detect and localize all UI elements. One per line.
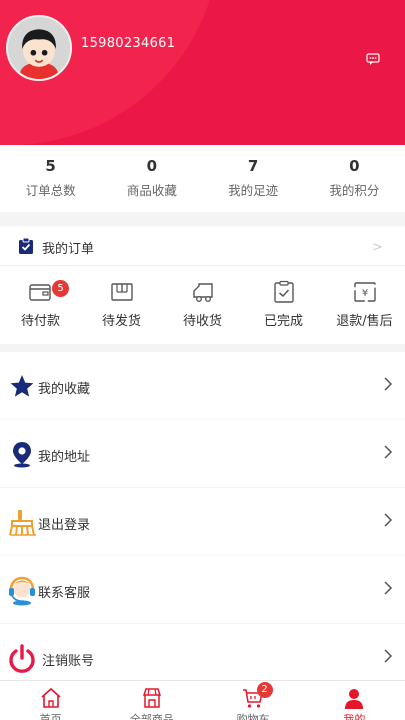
- truck-icon: [192, 283, 213, 302]
- order-status-label: 待收货: [182, 314, 222, 329]
- stat-value: 5: [45, 157, 56, 175]
- tab-label: 首页: [39, 713, 62, 720]
- tab-label: 我的: [343, 713, 366, 720]
- order-status-pending-shipment[interactable]: 待发货: [81, 276, 162, 334]
- menu-item-favorites[interactable]: 我的收藏: [0, 352, 405, 420]
- avatar[interactable]: [6, 15, 72, 81]
- section-divider: [0, 344, 405, 352]
- order-status-label: 退款/售后: [336, 314, 393, 329]
- tab-label: 全部商品: [129, 713, 174, 720]
- chevron-right-icon: >: [372, 240, 383, 255]
- stats-bar: 5 订单总数 0 商品收藏 7 我的足迹 0 我的积分: [0, 148, 405, 210]
- stat-value: 0: [349, 157, 360, 175]
- my-orders-title: 我的订单: [42, 242, 95, 257]
- customer-service-icon: [9, 576, 35, 606]
- profile-header: 15980234661: [0, 0, 405, 145]
- menu-label: 我的地址: [38, 450, 91, 465]
- tab-mine[interactable]: 我的: [304, 681, 405, 720]
- order-badge: 5: [52, 280, 69, 297]
- location-icon: [13, 442, 31, 468]
- menu-item-customer-service[interactable]: 联系客服: [0, 556, 405, 624]
- menu-label: 联系客服: [38, 586, 91, 601]
- order-status-completed[interactable]: 已完成: [243, 276, 324, 334]
- order-status-row: 5 待付款 待发货 待收货 已完成 ¥ 退款/售后: [0, 276, 405, 334]
- tab-home[interactable]: 首页: [0, 681, 101, 720]
- order-clipboard-icon: [19, 237, 33, 254]
- message-icon[interactable]: [366, 52, 380, 66]
- power-icon: [9, 644, 35, 673]
- stat-value: 0: [146, 157, 158, 175]
- section-divider: [0, 212, 405, 226]
- menu-label: 退出登录: [38, 518, 91, 533]
- stat-label: 订单总数: [25, 183, 76, 198]
- wallet-icon: [28, 284, 51, 301]
- menu-label: 我的收藏: [38, 382, 91, 397]
- store-icon: [142, 688, 161, 708]
- tab-all-products[interactable]: 全部商品: [101, 681, 202, 720]
- order-status-label: 待发货: [101, 314, 141, 329]
- star-icon: [10, 375, 34, 397]
- chevron-right-icon: [384, 377, 393, 391]
- chevron-right-icon: [384, 445, 393, 459]
- order-status-label: 待付款: [20, 314, 60, 329]
- refund-icon: ¥: [353, 282, 376, 302]
- stat-value: 7: [247, 157, 259, 175]
- stat-order-total[interactable]: 5 订单总数: [0, 148, 101, 210]
- order-status-label: 已完成: [263, 314, 303, 329]
- menu-label: 注销账号: [42, 654, 95, 669]
- bottom-tab-bar: 首页 全部商品 2 购物车 我的: [0, 680, 405, 720]
- clipboard-check-icon: [273, 280, 294, 303]
- stat-label: 商品收藏: [126, 183, 177, 198]
- tab-label: 购物车: [236, 713, 270, 720]
- svg-text:¥: ¥: [361, 288, 367, 299]
- stat-points[interactable]: 0 我的积分: [304, 148, 405, 210]
- broom-icon: [9, 510, 36, 536]
- package-icon: [110, 283, 133, 301]
- stat-label: 我的积分: [329, 183, 380, 198]
- order-status-refund[interactable]: ¥ 退款/售后: [324, 276, 405, 334]
- my-orders-row[interactable]: 我的订单 >: [0, 226, 405, 266]
- order-status-pending-receipt[interactable]: 待收货: [162, 276, 243, 334]
- chevron-right-icon: [384, 513, 393, 527]
- stat-footprints[interactable]: 7 我的足迹: [203, 148, 304, 210]
- stat-label: 我的足迹: [228, 183, 279, 198]
- tab-cart[interactable]: 2 购物车: [203, 681, 304, 720]
- menu-item-address[interactable]: 我的地址: [0, 420, 405, 488]
- chevron-right-icon: [384, 581, 393, 595]
- avatar-cartoon-icon: [8, 17, 70, 79]
- home-icon: [41, 687, 61, 708]
- chevron-right-icon: [384, 649, 393, 663]
- cart-badge: 2: [256, 682, 273, 698]
- stat-favorites[interactable]: 0 商品收藏: [101, 148, 202, 210]
- user-icon: [345, 689, 364, 709]
- menu-item-logout[interactable]: 退出登录: [0, 488, 405, 556]
- order-status-pending-payment[interactable]: 5 待付款: [0, 276, 81, 334]
- user-phone: 15980234661: [81, 36, 176, 51]
